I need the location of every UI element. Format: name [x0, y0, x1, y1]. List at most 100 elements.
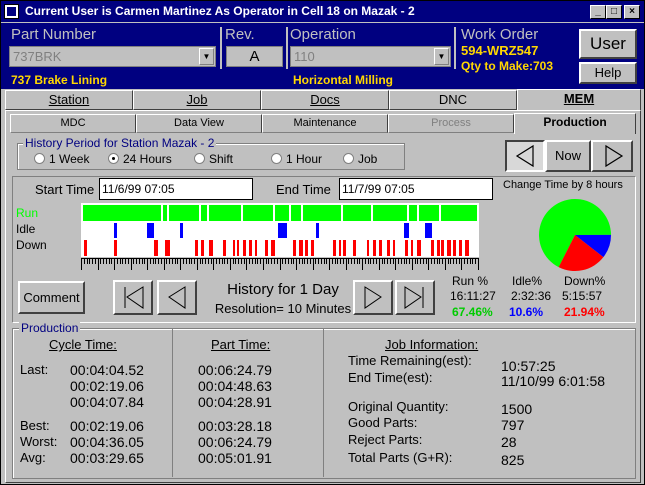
down-segment — [387, 240, 390, 256]
legend-down: Down — [16, 238, 47, 252]
minimize-button[interactable]: _ — [590, 5, 606, 19]
divider — [454, 27, 456, 69]
timeline-tick — [202, 258, 203, 264]
run-pct: 67.46% — [452, 305, 493, 319]
down-segment — [405, 240, 408, 256]
down-pct: 21.94% — [564, 305, 605, 319]
tab-label: Docs — [310, 92, 340, 107]
timeline-tick — [379, 258, 380, 270]
forward-button[interactable] — [591, 140, 633, 172]
timeline-tick — [448, 258, 449, 264]
start-time-field[interactable]: 11/6/99 07:05 — [99, 178, 253, 200]
run-pct-label: Run % — [452, 274, 489, 288]
rev-label: Rev. — [225, 26, 255, 43]
cycle-best: 00:02:19.06 — [70, 418, 144, 434]
legend-idle: Idle — [16, 222, 36, 236]
comment-button[interactable]: Comment — [18, 281, 85, 314]
down-segment — [237, 240, 239, 256]
arrow-left-icon — [515, 144, 534, 168]
radio-shift[interactable]: Shift — [194, 152, 233, 166]
resolution-label: Resolution= 10 Minutes — [214, 301, 352, 316]
down-time: 5:15:57 — [562, 289, 603, 303]
timeline-tick — [186, 258, 187, 264]
tab-job[interactable]: Job — [133, 90, 261, 110]
radio-1-hour[interactable]: 1 Hour — [271, 152, 322, 166]
timeline-tick — [238, 258, 239, 264]
radio-job[interactable]: Job — [343, 152, 377, 166]
run-segment — [419, 205, 439, 221]
subtab-data-view[interactable]: Data View — [136, 114, 262, 133]
run-segment — [343, 205, 371, 221]
part-best: 00:03:28.18 — [198, 418, 272, 434]
chevron-down-icon[interactable]: ▼ — [199, 48, 214, 65]
tab-station[interactable]: Station — [5, 90, 133, 110]
timeline-tick — [428, 258, 429, 270]
main-window: Current User is Carmen Martinez As Opera… — [0, 0, 645, 485]
last-button[interactable] — [395, 280, 435, 315]
idle-segment — [316, 223, 319, 238]
timeline-tick — [180, 258, 181, 270]
close-button[interactable]: × — [624, 5, 640, 19]
part-worst: 00:06:24.79 — [198, 434, 272, 450]
run-segment — [373, 205, 407, 221]
radio-label: Shift — [209, 152, 234, 166]
timeline-tick — [382, 258, 383, 264]
radio-icon — [343, 153, 354, 164]
maximize-button[interactable]: □ — [606, 5, 622, 19]
timeline-tick — [120, 258, 121, 264]
subtab-maintenance[interactable]: Maintenance — [262, 114, 388, 133]
tab-mem[interactable]: MEM — [517, 89, 641, 111]
arrow-right-icon — [364, 286, 382, 309]
tab-label: MEM — [563, 91, 595, 106]
pie-slices — [539, 199, 611, 271]
tab-dnc[interactable]: DNC — [389, 90, 517, 110]
timeline-tick — [315, 258, 316, 264]
tab-docs[interactable]: Docs — [261, 90, 389, 110]
radio-1-week[interactable]: 1 Week — [34, 152, 89, 166]
title-bar: Current User is Carmen Martinez As Opera… — [1, 1, 644, 22]
timeline-tick — [205, 258, 206, 264]
work-order-label: Work Order — [461, 26, 539, 43]
timeline-tick — [362, 258, 363, 270]
timeline-tick — [434, 258, 435, 264]
skip-forward-icon — [404, 286, 424, 309]
timeline-tick — [365, 258, 366, 264]
first-button[interactable] — [113, 280, 153, 315]
subtab-process[interactable]: Process — [388, 114, 514, 133]
down-segment — [431, 240, 434, 256]
radio-label: 24 Hours — [123, 152, 172, 166]
end-time-label: End Time — [276, 182, 331, 197]
rev-field[interactable]: A — [226, 46, 283, 67]
radio-24-hours[interactable]: 24 Hours — [108, 152, 172, 166]
chevron-down-icon[interactable]: ▼ — [434, 48, 449, 65]
operation-combo[interactable]: 110 ▼ — [290, 46, 451, 67]
subtab-production[interactable]: Production — [514, 113, 636, 134]
next-button[interactable] — [353, 280, 393, 315]
timeline-tick — [332, 258, 333, 264]
now-button[interactable]: Now — [545, 140, 591, 172]
timeline-tick — [219, 258, 220, 264]
tab-label: Job — [186, 92, 208, 107]
subtab-mdc[interactable]: MDC — [10, 114, 136, 133]
timeline-tick — [321, 258, 322, 264]
timeline-tick — [244, 258, 245, 264]
timeline-tick — [461, 258, 462, 270]
radio-label: Job — [358, 152, 378, 166]
help-button[interactable]: Help — [579, 62, 637, 84]
end-time-field[interactable]: 11/7/99 07:05 — [339, 178, 493, 200]
tab-label: DNC — [438, 92, 468, 107]
timeline-tick — [172, 258, 173, 264]
run-segment — [201, 205, 207, 221]
back-button[interactable] — [505, 140, 545, 172]
timeline-tick — [227, 258, 228, 264]
prev-button[interactable] — [157, 280, 197, 315]
cycle-avg: 00:03:29.65 — [70, 450, 144, 466]
run-segment — [243, 205, 273, 221]
down-segment — [459, 240, 462, 256]
timeline-tick — [213, 258, 214, 270]
idle-time: 2:32:36 — [511, 289, 552, 303]
user-button[interactable]: User — [579, 29, 637, 59]
part-number-combo[interactable]: 737BRK ▼ — [9, 46, 216, 67]
timeline-tick — [241, 258, 242, 264]
radio-icon — [271, 153, 282, 164]
